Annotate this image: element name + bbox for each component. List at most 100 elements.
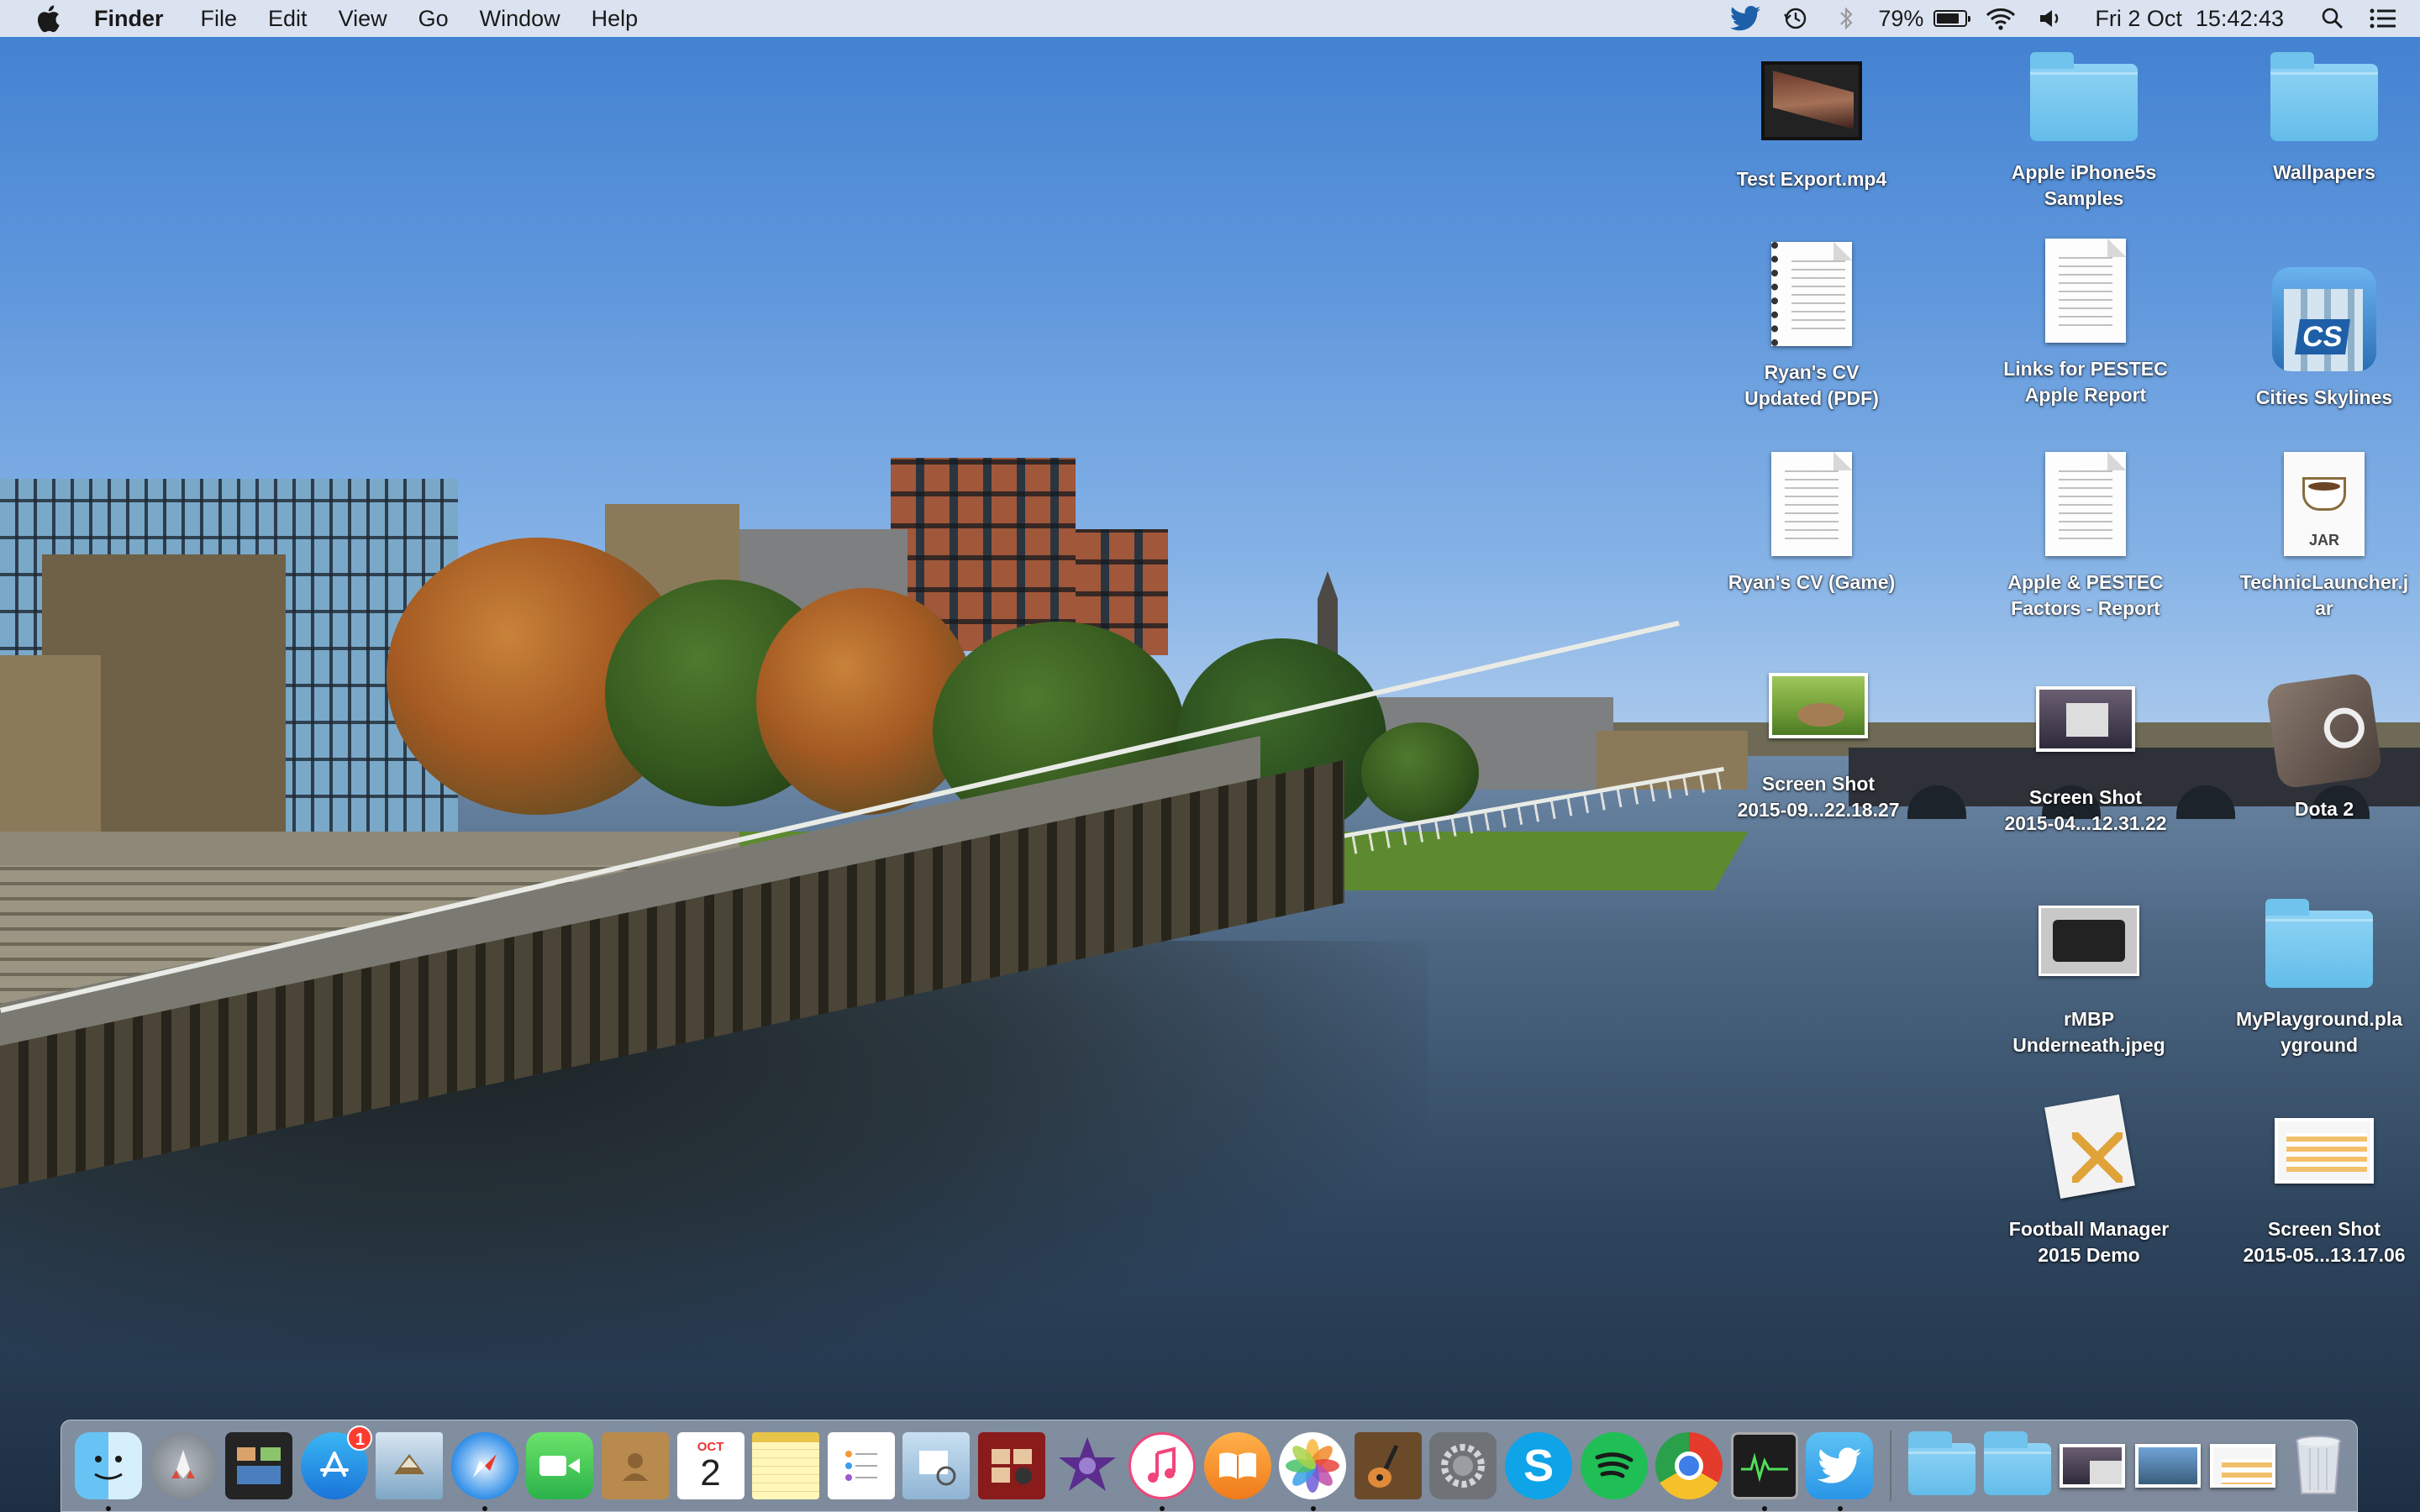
volume-icon[interactable] — [2034, 4, 2068, 33]
dock-photo-booth[interactable] — [975, 1429, 1049, 1503]
dock-photos[interactable] — [1276, 1429, 1350, 1511]
photo-booth-icon — [977, 1432, 1045, 1499]
dock-reminders[interactable] — [824, 1429, 898, 1503]
apple-menu-icon[interactable] — [34, 4, 62, 33]
desktop-file-links-pestec[interactable]: Links for PESTEC Apple Report — [1960, 232, 2212, 408]
dock-finder[interactable] — [71, 1429, 145, 1511]
running-indicator — [106, 1506, 111, 1511]
dock-stack-documents[interactable] — [2207, 1429, 2281, 1503]
menu-go[interactable]: Go — [418, 6, 449, 32]
running-indicator — [481, 1506, 487, 1511]
desktop-file-ryans-cv-game[interactable]: Ryan's CV (Game) — [1686, 445, 1938, 596]
menubar-date[interactable]: Fri 2 Oct — [2095, 6, 2182, 32]
dock-chrome[interactable] — [1652, 1429, 1726, 1503]
battery-level — [1937, 13, 1959, 24]
desktop-folder-wallpapers[interactable]: Wallpapers — [2198, 35, 2420, 186]
dock-twitter[interactable] — [1803, 1429, 1877, 1511]
desktop-file-football-manager-demo[interactable]: Football Manager 2015 Demo — [1963, 1092, 2215, 1268]
desktop-folder-myplayground[interactable]: MyPlayground.pla yground — [2193, 882, 2420, 1058]
garageband-icon — [1354, 1432, 1422, 1499]
menu-window[interactable]: Window — [480, 6, 560, 32]
desktop-file-screenshot-2015-05[interactable]: Screen Shot 2015-05...13.17.06 — [2198, 1092, 2420, 1268]
dock-facetime[interactable] — [523, 1429, 597, 1503]
desktop-file-techniclauncher-jar[interactable]: JAR TechnicLauncher.j ar — [2198, 445, 2420, 622]
dock-stack-screenshots[interactable] — [2055, 1429, 2129, 1503]
screenshot-stack-icon — [2059, 1432, 2126, 1499]
video-file-icon — [1753, 42, 1870, 160]
dock-spotify[interactable] — [1577, 1429, 1651, 1503]
menu-bar: Finder File Edit View Go Window Help 79%… — [0, 0, 2420, 37]
desktop-icon-label: Ryan's CV (Game) — [1728, 571, 1896, 593]
desktop-file-apple-pestec-factors[interactable]: Apple & PESTEC Factors - Report — [1960, 445, 2212, 622]
dock-safari[interactable] — [448, 1429, 522, 1511]
twitter-icon[interactable] — [1728, 4, 1762, 33]
desktop-file-test-export[interactable]: Test Export.mp4 — [1686, 42, 1938, 192]
contacts-icon — [601, 1432, 669, 1499]
document-icon — [2027, 445, 2144, 563]
dock-contacts[interactable] — [598, 1429, 672, 1503]
desktop-app-cities-skylines[interactable]: CS Cities Skylines — [2198, 260, 2420, 411]
dock-separator — [1890, 1431, 1892, 1501]
dock-mission-control[interactable] — [222, 1429, 296, 1503]
desktop-icon-label: Screen Shot 2015-05...13.17.06 — [2243, 1218, 2406, 1266]
screenshot-thumbnail-icon — [2265, 1092, 2383, 1210]
dock-preview[interactable] — [900, 1429, 974, 1503]
desktop-file-screenshot-2015-04[interactable]: Screen Shot 2015-04...12.31.22 — [1960, 660, 2212, 837]
desktop-icon-label: Football Manager 2015 Demo — [2008, 1218, 2170, 1266]
desktop-icon-label: Apple iPhone5s Samples — [2011, 161, 2157, 209]
twitter-icon — [1806, 1432, 1874, 1499]
folder-icon — [2260, 882, 2378, 1000]
launchpad-icon — [150, 1432, 218, 1499]
notification-center-icon[interactable] — [2366, 4, 2400, 33]
calendar-day: 2 — [700, 1452, 721, 1494]
dock-imovie[interactable] — [1050, 1429, 1124, 1503]
time-machine-icon[interactable] — [1779, 4, 1812, 33]
folder-icon — [2265, 35, 2383, 153]
desktop-folder-iphone5s-samples[interactable]: Apple iPhone5s Samples — [1958, 35, 2210, 212]
dock-stack-photos[interactable] — [2131, 1429, 2205, 1503]
menu-file[interactable]: File — [201, 6, 238, 32]
dock-notes[interactable] — [749, 1429, 823, 1503]
spotlight-icon[interactable] — [2316, 4, 2349, 33]
menu-help[interactable]: Help — [592, 6, 639, 32]
menu-view[interactable]: View — [339, 6, 387, 32]
skype-icon: S — [1505, 1432, 1573, 1499]
desktop-file-ryans-cv-pdf[interactable]: Ryan's CV Updated (PDF) — [1686, 235, 1938, 412]
dock-launchpad[interactable] — [147, 1429, 221, 1503]
battery-percent: 79% — [1878, 5, 1924, 31]
wifi-icon[interactable] — [1984, 4, 2018, 33]
facetime-icon — [526, 1432, 594, 1499]
dock-itunes[interactable] — [1125, 1429, 1199, 1511]
desktop-app-dota-2[interactable]: Dota 2 — [2198, 671, 2420, 822]
desktop-icon-label: Dota 2 — [2294, 798, 2354, 820]
dock-trash[interactable] — [2281, 1429, 2355, 1503]
running-indicator — [1310, 1506, 1316, 1511]
battery-icon[interactable] — [1933, 10, 1971, 27]
dock-ibooks[interactable] — [1201, 1429, 1275, 1503]
dock-downloads-stack[interactable] — [1981, 1429, 2054, 1503]
menubar-clock[interactable]: 15:42:43 — [2196, 6, 2284, 32]
dock-app-store[interactable]: 1 — [297, 1425, 373, 1503]
menu-edit[interactable]: Edit — [268, 6, 308, 32]
dock-system-preferences[interactable] — [1427, 1429, 1501, 1503]
itunes-icon — [1128, 1432, 1197, 1499]
spotify-icon — [1580, 1432, 1648, 1499]
dock: 1 OCT 2 S — [60, 1420, 2358, 1512]
tree — [1361, 722, 1479, 823]
dock-calendar[interactable]: OCT 2 — [674, 1429, 748, 1503]
dock-garageband[interactable] — [1351, 1429, 1425, 1503]
bluetooth-icon[interactable] — [1829, 4, 1863, 33]
dock-activity-monitor[interactable] — [1728, 1429, 1802, 1511]
notes-icon — [752, 1432, 820, 1499]
desktop-icon-label: Screen Shot 2015-04...12.31.22 — [2004, 786, 2167, 834]
dock-applications-stack[interactable] — [1905, 1429, 1979, 1503]
dock-mail[interactable] — [372, 1429, 446, 1503]
java-jar-icon: JAR — [2265, 445, 2383, 563]
desktop-file-rmbp-underneath[interactable]: rMBP Underneath.jpeg — [1963, 882, 2215, 1058]
dock-skype[interactable]: S — [1502, 1429, 1576, 1503]
running-indicator — [1837, 1506, 1843, 1511]
pdf-document-icon — [1753, 235, 1870, 353]
menu-app-finder[interactable]: Finder — [94, 6, 164, 32]
desktop-file-screenshot-2015-09[interactable]: Screen Shot 2015-09...22.18.27 — [1692, 647, 1944, 823]
preview-icon — [902, 1432, 971, 1499]
